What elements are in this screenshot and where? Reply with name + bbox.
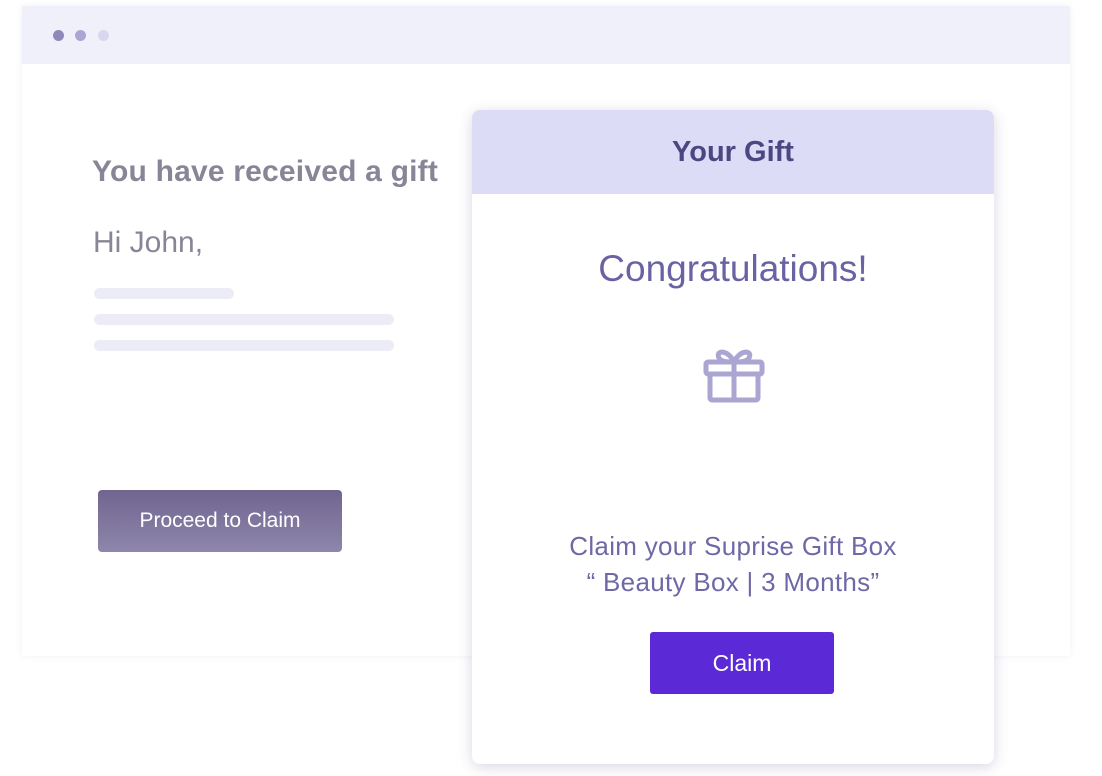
email-heading: You have received a gift xyxy=(92,155,439,188)
text-placeholder-line xyxy=(94,288,234,299)
window-maximize-dot[interactable] xyxy=(98,30,109,41)
window-titlebar xyxy=(22,6,1070,64)
claim-description-line1: Claim your Suprise Gift Box xyxy=(569,531,897,561)
window-close-dot[interactable] xyxy=(53,30,64,41)
text-placeholder-line xyxy=(94,314,394,325)
page: You have received a gift Hi John, Procee… xyxy=(0,0,1102,776)
proceed-to-claim-button[interactable]: Proceed to Claim xyxy=(98,490,342,552)
claim-button[interactable]: Claim xyxy=(650,632,834,694)
text-placeholder-line xyxy=(94,340,394,351)
email-greeting: Hi John, xyxy=(93,226,204,259)
claim-description-line2: “ Beauty Box | 3 Months” xyxy=(586,567,880,597)
gift-card-header: Your Gift xyxy=(472,110,994,194)
gift-icon xyxy=(703,349,765,403)
congratulations-text: Congratulations! xyxy=(598,248,868,289)
gift-card-title: Your Gift xyxy=(672,135,794,168)
claim-description: Claim your Suprise Gift Box “ Beauty Box… xyxy=(472,528,994,600)
gift-card: Your Gift Congratulations! Claim your Su… xyxy=(472,110,994,764)
window-minimize-dot[interactable] xyxy=(75,30,86,41)
